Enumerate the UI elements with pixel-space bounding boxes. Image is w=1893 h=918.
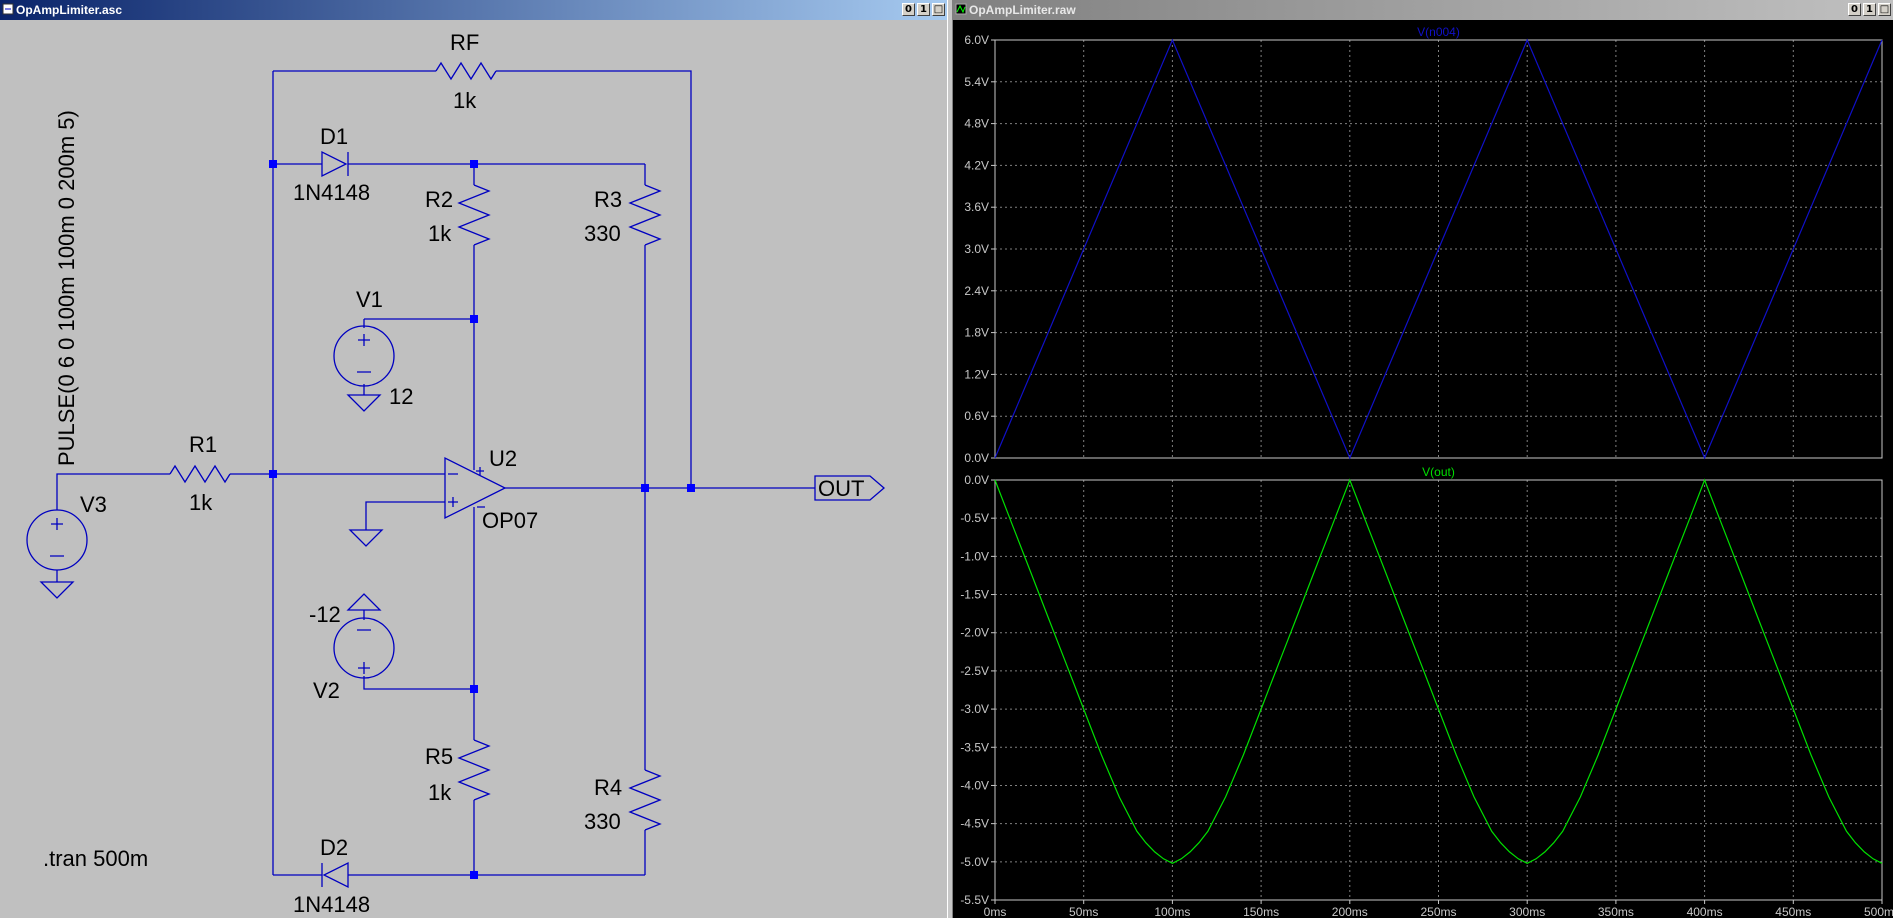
y-tick-label: -4.0V [960,778,989,792]
y-tick-label: 1.2V [964,367,989,381]
waveform-doc-icon [955,3,967,15]
schematic-minimize-button[interactable]: 0 [902,3,915,16]
r4-resistor [628,769,662,831]
y-tick-label: 1.8V [964,326,989,340]
x-tick-label: 500ms [1864,905,1893,918]
plot-window[interactable]: OpAmpLimiter.raw 0 1 □ V(n004) 6.0V 5.4V 4.… [953,0,1893,918]
x-tick-label: 150ms [1243,905,1279,918]
y-tick-label: 3.6V [964,200,989,214]
x-tick-label: 350ms [1598,905,1634,918]
y-tick-label: 0.6V [964,409,989,423]
y-tick-label: 0.0V [964,473,989,487]
y-tick-label: 2.4V [964,284,989,298]
u2-name: U2 [489,446,517,471]
v3-name: V3 [80,492,107,517]
v2-value: -12 [309,602,341,627]
r3-name: R3 [594,187,622,212]
r1-name: R1 [189,432,217,457]
r2-value: 1k [428,221,452,246]
y-tick-label: 4.2V [964,158,989,172]
rf-resistor [435,61,497,81]
plot-minimize-button[interactable]: 0 [1848,3,1861,16]
spice-directive: .tran 500m [43,846,148,871]
plot-title: OpAmpLimiter.raw [969,3,1076,17]
schematic-title: OpAmpLimiter.asc [16,3,123,17]
d1-value: 1N4148 [293,180,370,205]
plot-restore-button[interactable]: 1 [1863,3,1876,16]
y-tick-label: 6.0V [964,33,989,47]
x-tick-label: 300ms [1509,905,1545,918]
schematic-canvas[interactable]: RF 1k D1 1N4148 R2 1k R3 330 V1 12 R1 1k… [0,20,947,918]
rf-name: RF [450,30,479,55]
u2-ground-icon [348,529,384,547]
r3-resistor [628,184,662,246]
x-tick-label: 50ms [1069,905,1098,918]
v2-ref-arrow-icon [346,593,382,611]
r4-name: R4 [594,775,622,800]
plot-maximize-button[interactable]: □ [1878,3,1891,16]
y-tick-label: -2.0V [960,626,989,640]
y-tick-label: -5.0V [960,855,989,869]
r5-value: 1k [428,780,452,805]
pane-v-out[interactable]: V(out) 0.0V -0.5V -1.0V -1.5V -2.0V -2.5V -3.0V… [960,465,1893,918]
r5-resistor [457,739,491,801]
y-tick-label: -3.0V [960,702,989,716]
schematic-restore-button[interactable]: 1 [917,3,930,16]
v1-value: 12 [389,384,413,409]
d1-diode [321,150,349,178]
r3-value: 330 [584,221,621,246]
r4-value: 330 [584,809,621,834]
y-tick-label: -3.5V [960,740,989,754]
x-tick-label: 250ms [1420,905,1456,918]
out-label: OUT [818,476,864,501]
v3-ground-icon [39,581,75,599]
d2-diode [321,861,349,889]
waveform-plot-area[interactable]: V(n004) 6.0V 5.4V 4.8V 4.2V 3.6V 3.0V 2.4V 1.8V 1… [953,20,1893,918]
r1-value: 1k [189,490,213,515]
y-tick-label: -1.0V [960,549,989,563]
r5-name: R5 [425,744,453,769]
d1-name: D1 [320,124,348,149]
trace-title: V(out) [1422,465,1455,479]
plot-titlebar[interactable]: OpAmpLimiter.raw 0 1 □ [953,0,1893,20]
trace-title: V(n004) [1417,25,1460,39]
schematic-maximize-button[interactable]: □ [932,3,945,16]
y-tick-label: 4.8V [964,117,989,131]
pane-v-n004[interactable]: V(n004) 6.0V 5.4V 4.8V 4.2V 3.6V 3.0V 2.4V 1.8V 1… [964,25,1883,465]
y-tick-label: -2.5V [960,664,989,678]
u2-value: OP07 [482,508,538,533]
schematic-titlebar[interactable]: OpAmpLimiter.asc 0 1 □ [0,0,947,20]
r2-resistor [457,184,491,246]
v1-ground-icon [346,394,382,412]
y-tick-label: 3.0V [964,242,989,256]
x-tick-label: 200ms [1332,905,1368,918]
y-tick-label: -0.5V [960,511,989,525]
x-tick-label: 0ms [984,905,1007,918]
resistors [169,61,662,831]
diodes [321,150,349,889]
d2-value: 1N4148 [293,892,370,917]
v3-value: PULSE(0 6 0 100m 100m 0 200m 5) [54,110,79,466]
rf-value: 1k [453,88,477,113]
y-tick-label: 0.0V [964,451,989,465]
x-tick-label: 100ms [1154,905,1190,918]
r1-resistor [169,464,231,484]
y-tick-label: 5.4V [964,75,989,89]
r2-name: R2 [425,187,453,212]
x-tick-label: 450ms [1775,905,1811,918]
y-tick-label: -4.5V [960,817,989,831]
d2-name: D2 [320,835,348,860]
x-tick-label: 400ms [1687,905,1723,918]
v1-name: V1 [356,287,383,312]
schematic-doc-icon [2,3,14,15]
schematic-window[interactable]: OpAmpLimiter.asc 0 1 □ RF 1k D1 1N4148 R… [0,0,947,918]
v2-name: V2 [313,678,340,703]
y-tick-label: -1.5V [960,588,989,602]
